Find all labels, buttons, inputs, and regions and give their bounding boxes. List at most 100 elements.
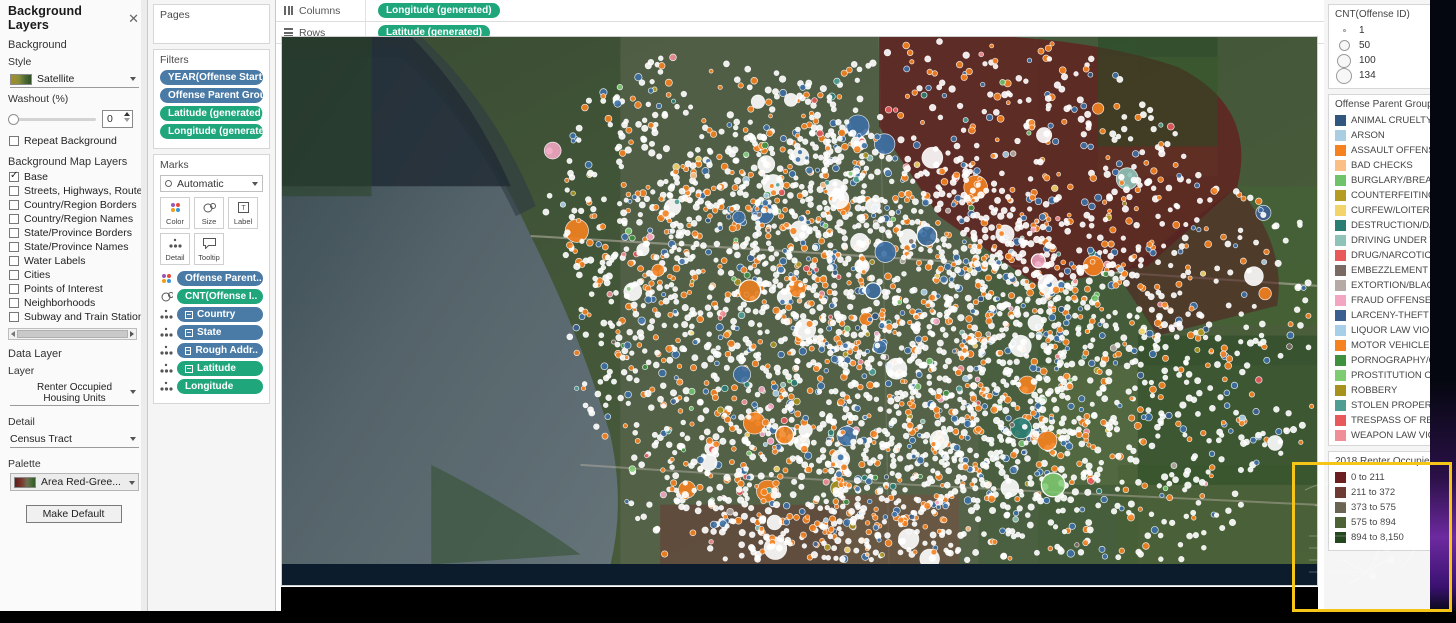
detail-label: Detail [0, 408, 147, 430]
legend-swatch-icon [1335, 265, 1346, 276]
color-dots-icon [162, 274, 171, 283]
legend-swatch-icon [1335, 487, 1346, 498]
checkbox-icon[interactable] [9, 200, 19, 210]
legend-swatch-icon [1335, 235, 1346, 246]
legend-label: ARSON [1351, 130, 1385, 141]
checkbox-icon[interactable] [9, 256, 19, 266]
repeat-background-checkbox[interactable]: Repeat Background [0, 134, 147, 148]
washout-stepper[interactable]: 0 [102, 110, 133, 128]
map-layer-checkbox-4[interactable]: State/Province Borders [0, 226, 147, 240]
mark-button-color[interactable]: Color [160, 197, 190, 229]
legend-swatch-icon [1335, 325, 1346, 336]
map-view[interactable] [281, 36, 1318, 586]
mark-shelf-pill[interactable]: Longitude [177, 379, 263, 394]
columns-pill[interactable]: Longitude (generated) [378, 3, 500, 18]
filter-pill-3[interactable]: Longitude (generate.. [160, 124, 263, 139]
chevron-down-icon [130, 437, 136, 441]
filter-pill-1[interactable]: Offense Parent Group [160, 88, 263, 103]
filters-label: Filters [160, 54, 263, 66]
mark-shelf-row-6[interactable]: Longitude [160, 379, 263, 394]
mark-shelf-row-3[interactable]: –State [160, 325, 263, 340]
offense-mark-points[interactable] [282, 37, 1317, 564]
map-layer-checkbox-9[interactable]: Neighborhoods [0, 296, 147, 310]
mark-shelf-pill[interactable]: CNT(Offense I.. [177, 289, 263, 304]
mark-shelf-pill[interactable]: –Latitude [177, 361, 263, 376]
checkbox-icon[interactable] [9, 242, 19, 252]
washout-slider[interactable] [8, 113, 96, 125]
filter-pill-2[interactable]: Latitude (generated) [160, 106, 263, 121]
expand-icon[interactable]: – [185, 311, 193, 319]
chevron-left-icon[interactable] [11, 331, 15, 337]
expand-icon[interactable]: – [185, 365, 193, 373]
chevron-down-icon [252, 182, 258, 186]
checkbox-icon[interactable] [9, 228, 19, 238]
expand-icon[interactable]: – [185, 347, 191, 355]
mark-shelf-row-2[interactable]: –Country [160, 307, 263, 322]
mark-button-tooltip[interactable]: Tooltip [194, 233, 224, 265]
mark-shelf-pill[interactable]: Offense Parent.. [177, 271, 263, 286]
style-value: Satellite [37, 73, 74, 85]
map-layer-checkbox-2[interactable]: Country/Region Borders [0, 198, 147, 212]
checkbox-icon[interactable] [9, 298, 19, 308]
map-layer-checkbox-6[interactable]: Water Labels [0, 254, 147, 268]
map-layer-checkbox-3[interactable]: Country/Region Names [0, 212, 147, 226]
legend-swatch-icon [1335, 532, 1346, 543]
mark-button-label[interactable]: TLabel [228, 197, 258, 229]
map-layer-checkbox-10[interactable]: Subway and Train Stations [0, 310, 147, 324]
checkbox-icon[interactable] [9, 172, 19, 182]
background-layers-panel: Background Layers ✕ Background Style Sat… [0, 0, 148, 611]
stepper-arrows-icon[interactable] [124, 112, 130, 122]
close-icon[interactable]: ✕ [126, 12, 141, 25]
legend-label: ROBBERY [1351, 385, 1397, 396]
mark-shelf-row-4[interactable]: –Rough Addr.. [160, 343, 263, 358]
checkbox-icon[interactable] [9, 186, 19, 196]
mark-shelf-label: CNT(Offense I.. [185, 291, 257, 302]
mark-button-size[interactable]: Size [194, 197, 224, 229]
mark-shelf-row-1[interactable]: CNT(Offense I.. [160, 289, 263, 304]
mark-shelf-row-5[interactable]: –Latitude [160, 361, 263, 376]
chevron-up-icon[interactable] [124, 112, 130, 116]
mark-shelf-row-0[interactable]: Offense Parent.. [160, 271, 263, 286]
map-canvas[interactable] [282, 37, 1317, 585]
map-layer-checkbox-5[interactable]: State/Province Names [0, 240, 147, 254]
palette-value: Area Red-Gree... [41, 476, 121, 488]
checkbox-icon[interactable] [9, 270, 19, 280]
checkbox-icon[interactable] [9, 214, 19, 224]
filter-pill-0[interactable]: YEAR(Offense Start .. [160, 70, 263, 85]
map-layer-checkbox-1[interactable]: Streets, Highways, Routes [0, 184, 147, 198]
mark-shelf-pill[interactable]: –Country [177, 307, 263, 322]
make-default-button[interactable]: Make Default [26, 505, 122, 523]
checkbox-icon[interactable] [9, 136, 19, 146]
filter-pill-list: YEAR(Offense Start .. Offense Parent Grou… [160, 70, 263, 139]
mark-shelf-label: Rough Addr.. [195, 345, 257, 356]
mark-type-select[interactable]: Automatic [160, 175, 263, 192]
map-layer-label: State/Province Borders [24, 227, 132, 239]
chevron-right-icon[interactable] [130, 331, 134, 337]
mark-shelf-pill[interactable]: –Rough Addr.. [177, 343, 263, 358]
detail-select[interactable]: Census Tract [10, 431, 139, 448]
expand-icon[interactable]: – [185, 329, 193, 337]
mark-shelf-pill[interactable]: –State [177, 325, 263, 340]
pages-card: Pages [153, 4, 270, 44]
style-select[interactable]: Satellite [10, 71, 139, 88]
palette-select[interactable]: Area Red-Gree... [10, 473, 139, 491]
size-bubble-icon [1337, 54, 1351, 68]
map-layer-label: State/Province Names [24, 241, 128, 253]
scrollbar-thumb[interactable] [17, 330, 128, 338]
map-layer-checkbox-8[interactable]: Points of Interest [0, 282, 147, 296]
map-layer-checkbox-7[interactable]: Cities [0, 268, 147, 282]
chevron-down-icon[interactable] [124, 118, 130, 122]
slider-handle[interactable] [8, 114, 19, 125]
mark-button-label: Color [166, 217, 184, 226]
checkbox-icon[interactable] [9, 284, 19, 294]
columns-shelf-label-box: Columns [276, 0, 366, 22]
legend-label: 0 to 211 [1351, 472, 1385, 483]
checkbox-icon[interactable] [9, 312, 19, 322]
layer-list-hscrollbar[interactable] [8, 328, 137, 340]
map-layer-checkbox-0[interactable]: Base [0, 170, 147, 184]
columns-shelf-dropzone[interactable]: Longitude (generated) [366, 3, 500, 18]
mark-button-detail[interactable]: Detail [160, 233, 190, 265]
size-bubble-icon [1343, 29, 1346, 32]
panel-vertical-scrollbar[interactable] [141, 0, 147, 611]
layer-select[interactable]: Renter Occupied Housing Units [10, 380, 139, 406]
